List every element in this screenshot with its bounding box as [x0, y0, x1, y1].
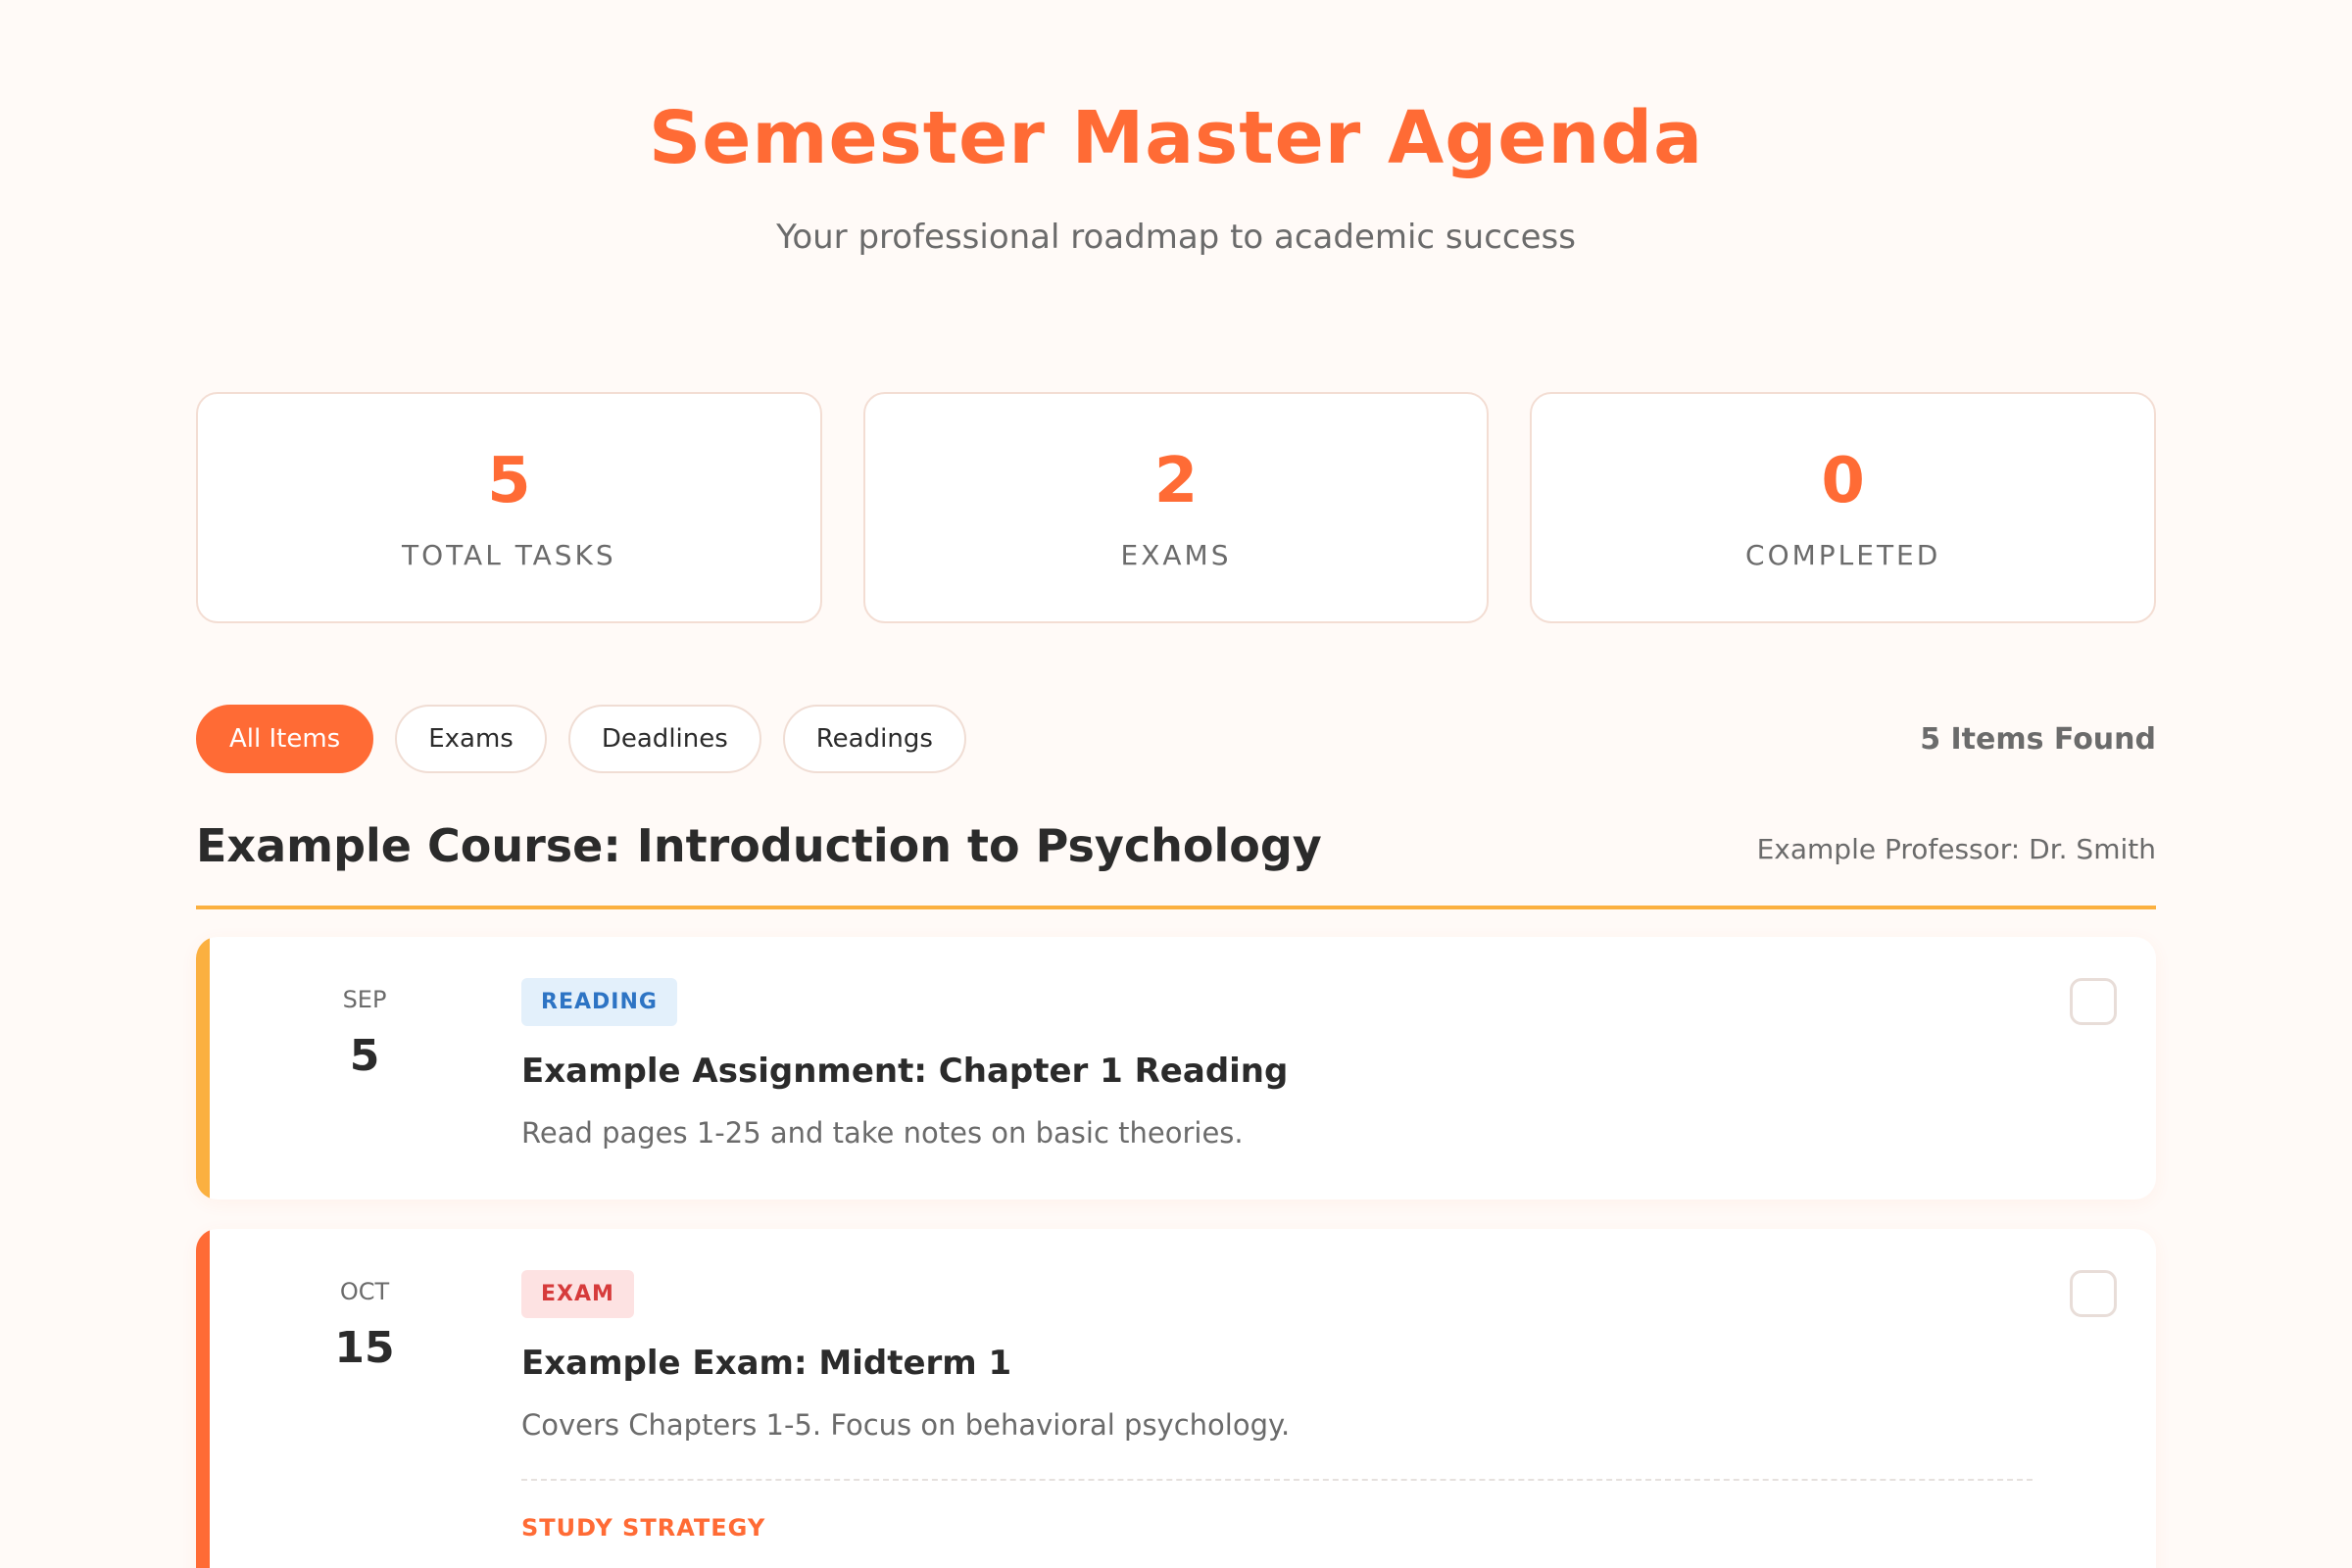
item-date: SEP 5 [294, 986, 435, 1081]
item-date-month: OCT [339, 1278, 390, 1305]
agenda-page: Semester Master Agenda Your professional… [0, 0, 2352, 1568]
item-date-day: 15 [334, 1323, 395, 1373]
filter-all-items-button[interactable]: All Items [196, 705, 374, 773]
stat-card-exams: 2 EXAMS [862, 392, 1490, 623]
item-description: Read pages 1-25 and take notes on basic … [521, 1116, 1244, 1150]
filter-deadlines-button[interactable]: Deadlines [567, 705, 761, 773]
item-complete-checkbox[interactable] [2070, 1270, 2117, 1317]
page-subtitle: Your professional roadmap to academic su… [776, 218, 1576, 257]
item-title: Example Assignment: Chapter 1 Reading [521, 1052, 1289, 1091]
stat-value: 2 [1153, 444, 1199, 517]
item-accent-bar [196, 937, 210, 1200]
filter-readings-button[interactable]: Readings [782, 705, 966, 773]
course-header: Example Course: Introduction to Psycholo… [196, 819, 2156, 909]
item-accent-bar [196, 1229, 210, 1568]
item-type-badge: READING [521, 978, 677, 1026]
filter-exams-button[interactable]: Exams [395, 705, 547, 773]
item-complete-checkbox[interactable] [2070, 978, 2117, 1025]
stat-card-total-tasks: 5 TOTAL TASKS [196, 392, 822, 623]
item-date-month: SEP [342, 986, 387, 1013]
agenda-item-card: SEP 5 READING Example Assignment: Chapte… [196, 937, 2156, 1200]
stat-card-completed: 0 COMPLETED [1530, 392, 2157, 623]
study-strategy-label: STUDY STRATEGY [521, 1514, 766, 1542]
page-header: Semester Master Agenda Your professional… [0, 0, 2352, 257]
item-date: OCT 15 [294, 1278, 435, 1373]
item-title: Example Exam: Midterm 1 [521, 1344, 1012, 1383]
course-professor: Example Professor: Dr. Smith [1756, 833, 2156, 865]
filter-bar: All Items Exams Deadlines Readings 5 Ite… [196, 704, 2156, 774]
course-title: Example Course: Introduction to Psycholo… [196, 819, 1322, 872]
agenda-item-card: OCT 15 EXAM Example Exam: Midterm 1 Cove… [196, 1229, 2156, 1568]
page-title: Semester Master Agenda [648, 96, 1704, 180]
stats-row: 5 TOTAL TASKS 2 EXAMS 0 COMPLETED [196, 392, 2157, 623]
items-found-count: 5 Items Found [1920, 721, 2156, 757]
item-type-badge: EXAM [521, 1270, 634, 1318]
stat-label: COMPLETED [1745, 538, 1941, 571]
stat-label: TOTAL TASKS [401, 538, 616, 571]
item-content: EXAM Example Exam: Midterm 1 Covers Chap… [521, 1270, 2033, 1542]
item-date-day: 5 [349, 1031, 380, 1081]
item-content: READING Example Assignment: Chapter 1 Re… [521, 978, 2033, 1150]
stat-value: 0 [1821, 444, 1865, 517]
item-divider [521, 1479, 2033, 1481]
item-description: Covers Chapters 1-5. Focus on behavioral… [521, 1408, 1291, 1442]
stat-value: 5 [487, 444, 531, 517]
stat-label: EXAMS [1120, 538, 1232, 571]
